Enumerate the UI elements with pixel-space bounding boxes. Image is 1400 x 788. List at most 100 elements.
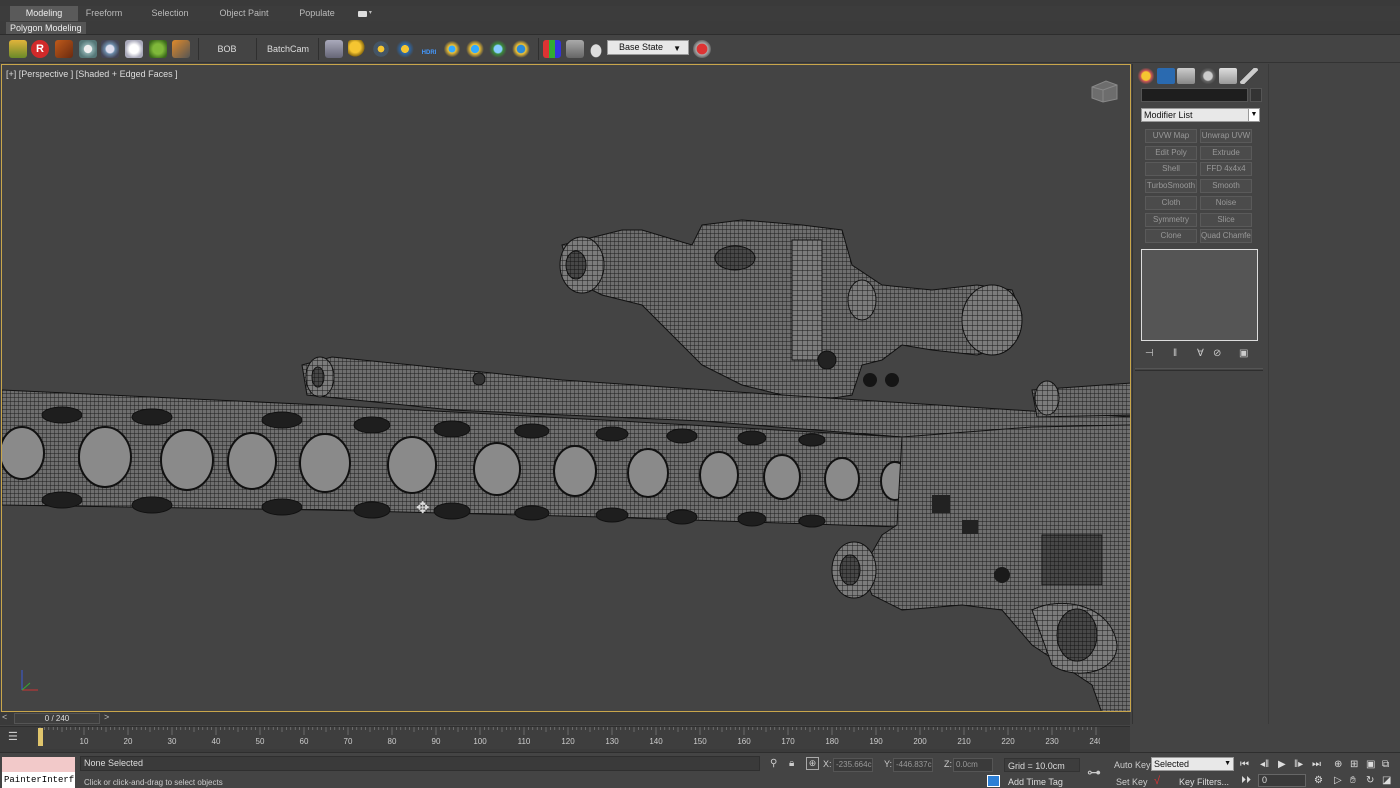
modifier-button-edit-poly[interactable]: Edit Poly bbox=[1145, 145, 1197, 160]
move-icon[interactable] bbox=[443, 40, 461, 58]
modifier-button-smooth[interactable]: Smooth bbox=[1200, 179, 1252, 194]
next-key-icon[interactable]: ‖▸ bbox=[1294, 760, 1303, 770]
time-slider[interactable]: 0 / 240 bbox=[14, 713, 100, 724]
key-mode-dropdown[interactable]: Selected ▼ bbox=[1151, 757, 1234, 771]
pin-stack-icon[interactable]: ⊣ bbox=[1145, 348, 1154, 359]
hdri-icon[interactable]: HDRI bbox=[420, 40, 438, 58]
field-of-view-icon[interactable]: ▷ bbox=[1334, 776, 1342, 786]
bob-button[interactable]: BOB bbox=[210, 39, 244, 59]
grid-icon[interactable] bbox=[566, 40, 584, 58]
time-tag-icon[interactable] bbox=[987, 775, 1000, 787]
go-to-start-icon[interactable]: ⏮ bbox=[1240, 760, 1249, 770]
remove-modifier-icon[interactable]: ⊘ bbox=[1213, 348, 1221, 359]
modify-tab-icon[interactable] bbox=[1157, 68, 1175, 84]
create-tab-icon[interactable] bbox=[1137, 68, 1155, 84]
auto-key-button[interactable]: Auto Key bbox=[1114, 760, 1151, 770]
teapot-render-icon[interactable] bbox=[9, 40, 27, 58]
maxscript-listener-input[interactable]: PainterInterf bbox=[2, 772, 75, 788]
perspective-viewport[interactable]: [+] [Perspective ] [Shaded + Edged Faces… bbox=[1, 64, 1131, 712]
modifier-button-symmetry[interactable]: Symmetry bbox=[1145, 212, 1197, 227]
lock-selection-icon[interactable]: 🔒︎ bbox=[789, 758, 794, 769]
y-coordinate-field[interactable]: -446.837cr bbox=[893, 758, 933, 772]
zoom-all-icon[interactable]: ⊞ bbox=[1350, 760, 1358, 770]
modifier-stack[interactable] bbox=[1141, 249, 1258, 341]
motion-tab-icon[interactable] bbox=[1199, 68, 1217, 84]
previous-key-icon[interactable]: ◂‖ bbox=[1260, 760, 1269, 770]
material-icon[interactable] bbox=[55, 40, 73, 58]
utilities-tab-icon[interactable] bbox=[1240, 68, 1258, 84]
rotate-icon[interactable] bbox=[466, 40, 484, 58]
default-key-icon[interactable]: ⊶ bbox=[1087, 764, 1101, 781]
curve-editor-icon[interactable]: ☰ bbox=[8, 730, 22, 744]
box-icon[interactable] bbox=[172, 40, 190, 58]
object-name-field[interactable] bbox=[1141, 88, 1248, 102]
add-time-tag-button[interactable]: Add Time Tag bbox=[1008, 777, 1063, 787]
object-color-swatch[interactable] bbox=[1250, 88, 1262, 102]
set-key-button[interactable]: Set Key bbox=[1116, 777, 1148, 787]
gear-icon[interactable] bbox=[101, 40, 119, 58]
zoom-extents-icon[interactable]: ▣ bbox=[1366, 760, 1375, 770]
tab-modeling[interactable]: Modeling bbox=[10, 6, 78, 21]
make-unique-icon[interactable]: ∀ bbox=[1197, 348, 1204, 359]
zoom-extents-all-icon[interactable]: ⧉ bbox=[1382, 760, 1389, 770]
modifier-button-quad-chamfer[interactable]: Quad Chamfer bbox=[1200, 229, 1252, 244]
pan-icon[interactable]: ✋︎ bbox=[1350, 776, 1356, 786]
tab-selection[interactable]: Selection bbox=[145, 6, 195, 21]
scatter-icon[interactable] bbox=[149, 40, 167, 58]
teapot-icon[interactable] bbox=[587, 40, 605, 58]
record-icon[interactable] bbox=[693, 40, 711, 58]
redshift-icon[interactable]: R bbox=[31, 40, 49, 58]
modifier-button-ffd-4x4x4[interactable]: FFD 4x4x4 bbox=[1200, 162, 1252, 177]
key-curve-icon[interactable]: √ bbox=[1154, 775, 1160, 787]
isolate-toggle-icon[interactable]: ⚲ bbox=[770, 758, 777, 769]
modifier-list-dropdown[interactable]: Modifier List ▼ bbox=[1141, 108, 1260, 122]
layers-icon[interactable] bbox=[325, 40, 343, 58]
maxscript-listener-output[interactable] bbox=[2, 757, 75, 772]
prev-frame-button[interactable]: < bbox=[2, 712, 7, 722]
maximize-viewport-icon[interactable]: ◪ bbox=[1382, 776, 1391, 786]
modifier-button-noise[interactable]: Noise bbox=[1200, 195, 1252, 210]
tab-freeform[interactable]: Freeform bbox=[80, 6, 128, 21]
cloud-icon[interactable] bbox=[125, 40, 143, 58]
key-filters-button[interactable]: Key Filters... bbox=[1179, 777, 1229, 787]
tab-populate[interactable]: Populate bbox=[292, 6, 342, 21]
search-icon[interactable] bbox=[348, 40, 366, 58]
batchcam-button[interactable]: BatchCam bbox=[264, 39, 312, 59]
light-icon[interactable] bbox=[372, 40, 390, 58]
light-rig-icon[interactable] bbox=[489, 40, 507, 58]
absolute-mode-icon[interactable]: ⊕ bbox=[806, 757, 819, 770]
z-coordinate-field[interactable]: 0.0cm bbox=[953, 758, 993, 772]
modifier-button-cloth[interactable]: Cloth bbox=[1145, 195, 1197, 210]
palette-icon[interactable] bbox=[543, 40, 561, 58]
subtab-polygon-modeling[interactable]: Polygon Modeling bbox=[6, 22, 86, 34]
render-settings-icon[interactable] bbox=[79, 40, 97, 58]
viewcube-icon[interactable] bbox=[1090, 79, 1118, 103]
modifier-button-turbosmooth[interactable]: TurboSmooth bbox=[1145, 179, 1197, 194]
sun-icon[interactable] bbox=[396, 40, 414, 58]
x-coordinate-field[interactable]: -235.664cr bbox=[833, 758, 873, 772]
time-slider-thumb[interactable] bbox=[38, 728, 43, 746]
time-configuration-icon[interactable]: ⚙ bbox=[1314, 776, 1323, 786]
viewport-label[interactable]: [+] [Perspective ] [Shaded + Edged Faces… bbox=[6, 69, 178, 79]
modifier-button-shell[interactable]: Shell bbox=[1145, 162, 1197, 177]
modifier-button-unwrap-uvw[interactable]: Unwrap UVW bbox=[1200, 129, 1252, 143]
zoom-icon[interactable]: ⊕ bbox=[1334, 760, 1342, 770]
orbit-icon[interactable]: ↻ bbox=[1366, 776, 1374, 786]
camera-icon[interactable] bbox=[512, 40, 530, 58]
play-icon[interactable]: ▶ bbox=[1278, 760, 1286, 770]
tab-object-paint[interactable]: Object Paint bbox=[212, 6, 276, 21]
show-end-result-icon[interactable]: ‖ bbox=[1173, 348, 1177, 359]
configure-sets-icon[interactable]: ▣ bbox=[1239, 348, 1248, 359]
modifier-button-slice[interactable]: Slice bbox=[1200, 212, 1252, 227]
modifier-button-clone[interactable]: Clone bbox=[1145, 229, 1197, 244]
hierarchy-tab-icon[interactable] bbox=[1177, 68, 1195, 84]
display-tab-icon[interactable] bbox=[1219, 68, 1237, 84]
key-mode-toggle-icon[interactable]: ⏵⏵ bbox=[1241, 776, 1251, 786]
modifier-button-extrude[interactable]: Extrude bbox=[1200, 145, 1252, 160]
go-to-end-icon[interactable]: ⏭ bbox=[1312, 760, 1321, 770]
ribbon-options-icon[interactable]: ▾ bbox=[354, 6, 376, 21]
current-frame-field[interactable]: 0 bbox=[1258, 774, 1306, 787]
next-frame-button[interactable]: > bbox=[104, 712, 109, 722]
modifier-button-uvw-map[interactable]: UVW Map bbox=[1145, 129, 1197, 143]
state-set-dropdown[interactable]: Base State ▼ bbox=[607, 40, 689, 55]
